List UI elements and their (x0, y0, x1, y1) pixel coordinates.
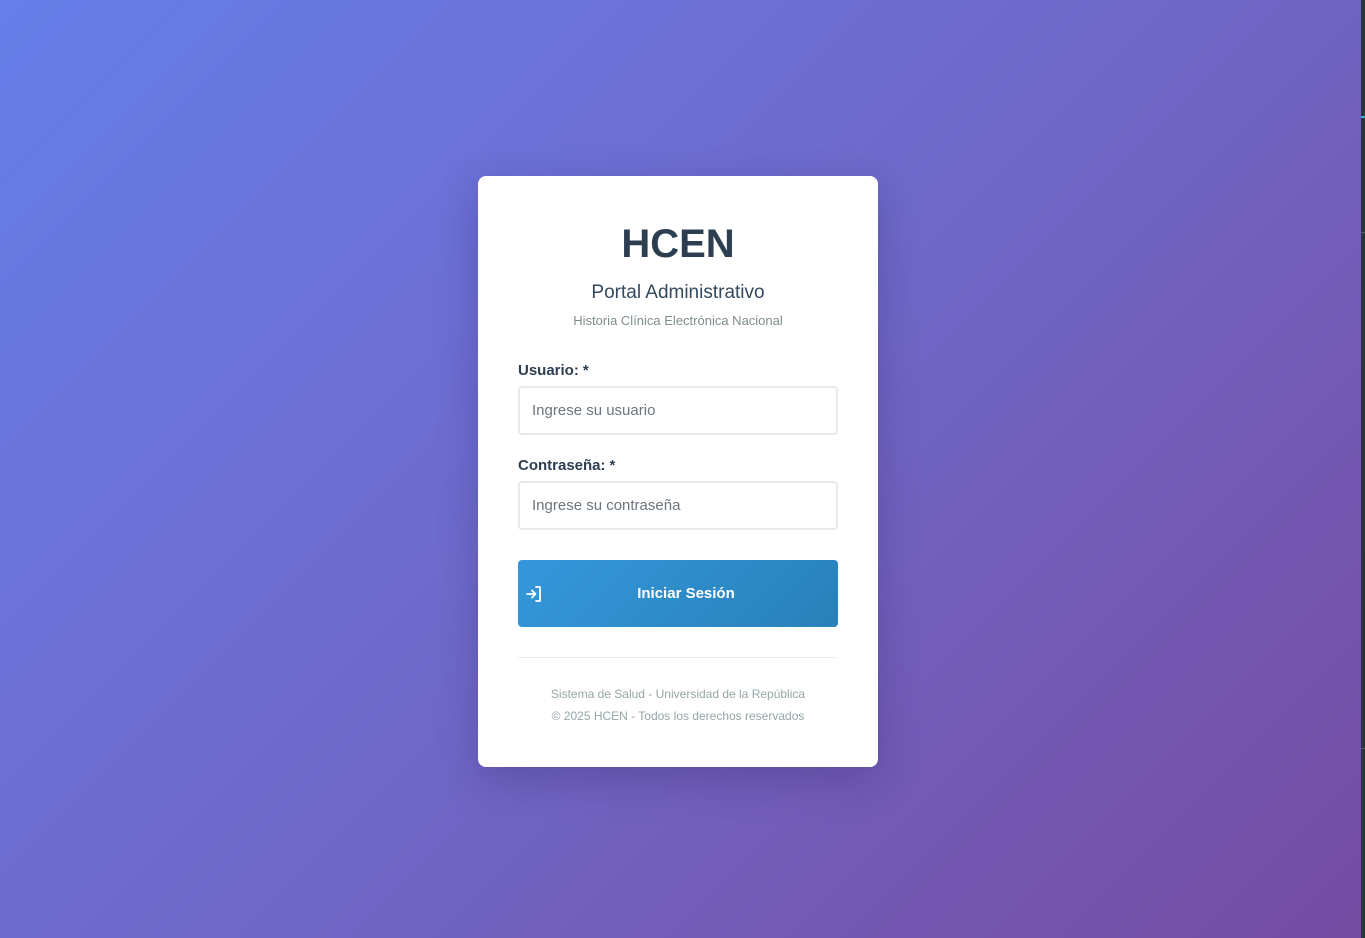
footer-divider (518, 657, 838, 658)
username-label: Usuario: * (518, 362, 838, 380)
footer-copyright: © 2025 HCEN - Todos los derechos reserva… (551, 709, 805, 723)
app-title: HCEN (621, 222, 735, 266)
login-card: HCEN Portal Administrativo Historia Clín… (478, 176, 878, 767)
login-button[interactable]: Iniciar Sesión (518, 560, 838, 627)
password-label-text: Contraseña: (518, 457, 606, 474)
app-description: Historia Clínica Electrónica Nacional (573, 313, 783, 328)
edge-marker (1361, 116, 1365, 118)
username-input[interactable] (518, 386, 838, 435)
username-field-group: Usuario: * (518, 362, 838, 435)
edge-marker (1361, 748, 1365, 749)
password-input[interactable] (518, 481, 838, 530)
required-marker: * (609, 457, 616, 474)
footer: Sistema de Salud - Universidad de la Rep… (478, 683, 878, 727)
required-marker: * (582, 362, 589, 379)
edge-marker (1361, 232, 1365, 233)
login-button-label: Iniciar Sesión (637, 585, 735, 602)
password-label: Contraseña: * (518, 457, 838, 475)
window-edge-strip (1361, 0, 1365, 938)
app-subtitle: Portal Administrativo (591, 282, 765, 303)
password-field-group: Contraseña: * (518, 457, 838, 530)
username-label-text: Usuario: (518, 362, 579, 379)
footer-institution: Sistema de Salud - Universidad de la Rep… (550, 687, 806, 701)
